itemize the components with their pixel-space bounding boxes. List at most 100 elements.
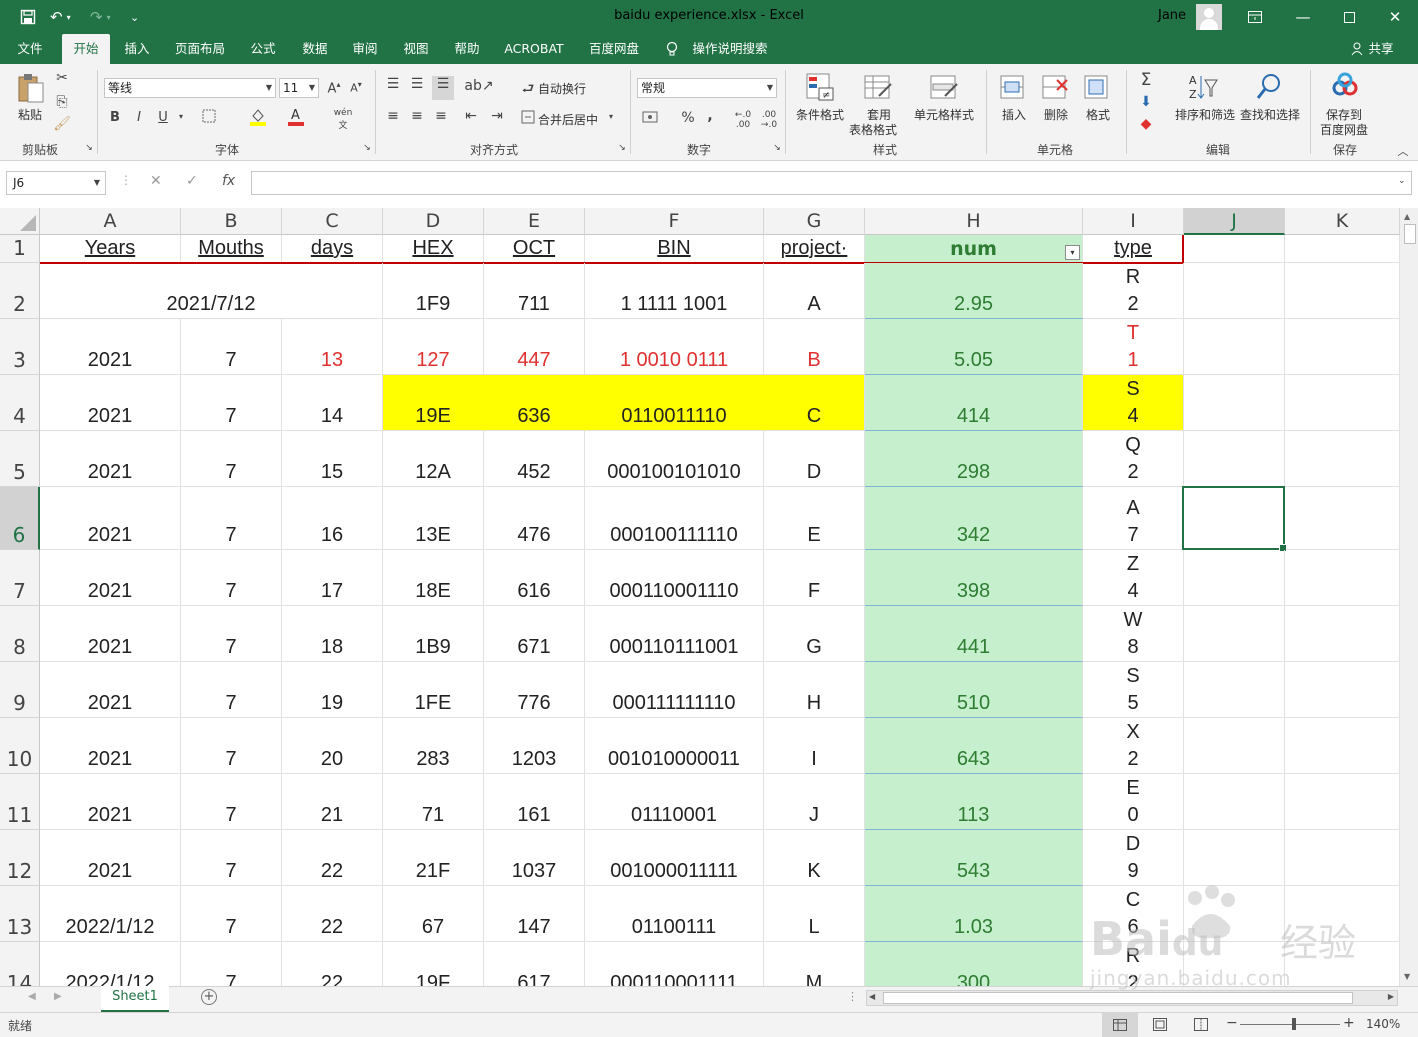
cell-i10[interactable]: X2 [1083, 718, 1184, 774]
tab-insert[interactable]: 插入 [116, 34, 158, 64]
cell-c11[interactable]: 21 [282, 774, 383, 830]
number-format-select[interactable]: 常规 ▼ [637, 78, 777, 98]
conditional-format-icon[interactable]: ≠ [804, 72, 836, 106]
tab-view[interactable]: 视图 [395, 34, 437, 64]
autosum-icon[interactable]: Σ [1136, 70, 1156, 90]
cell-f11[interactable]: 01110001 [585, 774, 764, 830]
sort-filter-icon[interactable]: AZ [1186, 72, 1220, 106]
increase-font-icon[interactable]: A▴ [326, 80, 342, 96]
cell-g7[interactable]: F [764, 550, 865, 606]
cell-a9[interactable]: 2021 [40, 662, 181, 718]
tab-home[interactable]: 开始 [62, 34, 110, 64]
cell-h1[interactable]: num [865, 235, 1083, 263]
vertical-scroll-thumb[interactable] [1404, 224, 1416, 244]
cell-k8[interactable] [1285, 606, 1400, 662]
cell-j2[interactable] [1184, 263, 1285, 319]
cell-i11[interactable]: E0 [1083, 774, 1184, 830]
cell-h2[interactable]: 2.95 [865, 263, 1083, 319]
orientation-icon[interactable]: ab↗ [464, 78, 494, 94]
cancel-formula-icon[interactable]: ✕ [150, 173, 162, 189]
cell-b7[interactable]: 7 [181, 550, 282, 606]
cell-i3[interactable]: T1 [1083, 319, 1184, 375]
tab-baidu-netdisk[interactable]: 百度网盘 [582, 34, 646, 64]
align-left-icon[interactable]: ≡ [384, 108, 402, 124]
font-name-select[interactable]: 等线 ▼ [104, 78, 276, 98]
decrease-font-icon[interactable]: A▾ [348, 80, 364, 95]
cell-a13[interactable]: 2022/1/12 [40, 886, 181, 942]
copy-icon[interactable]: ⎘ [52, 94, 72, 110]
cell-g8[interactable]: G [764, 606, 865, 662]
vertical-scrollbar[interactable]: ▲ ▼ [1400, 208, 1418, 986]
find-select-icon[interactable] [1254, 72, 1284, 106]
phonetic-icon[interactable]: wén 文 [332, 108, 354, 131]
cell-i2[interactable]: R2 [1083, 263, 1184, 319]
bold-icon[interactable]: B [108, 110, 122, 125]
cell-c4[interactable]: 14 [282, 375, 383, 431]
increase-decimal-icon[interactable]: ←.0.00 [732, 110, 754, 130]
zoom-in-icon[interactable]: + [1343, 1015, 1355, 1031]
cell-i6[interactable]: A7 [1083, 487, 1184, 550]
cell-i7[interactable]: Z4 [1083, 550, 1184, 606]
cell-a7[interactable]: 2021 [40, 550, 181, 606]
formula-input[interactable] [251, 171, 1412, 195]
cut-icon[interactable]: ✂ [52, 70, 72, 86]
find-select-button[interactable]: 查找和选择 [1240, 106, 1300, 123]
cell-f3[interactable]: 1 0010 0111 [585, 319, 764, 375]
column-header-g[interactable]: G [764, 208, 865, 235]
merge-center-icon[interactable] [520, 110, 536, 128]
tab-file[interactable]: 文件 [8, 34, 52, 64]
cell-k5[interactable] [1285, 431, 1400, 487]
zoom-level[interactable]: 140% [1366, 1017, 1400, 1031]
cell-k1[interactable] [1285, 235, 1400, 263]
zoom-slider[interactable] [1240, 1024, 1340, 1025]
user-name[interactable]: Jane [1158, 8, 1186, 23]
cell-g13[interactable]: L [764, 886, 865, 942]
cell-c10[interactable]: 20 [282, 718, 383, 774]
cell-c9[interactable]: 19 [282, 662, 383, 718]
cell-k3[interactable] [1285, 319, 1400, 375]
close-icon[interactable]: ✕ [1372, 0, 1418, 34]
font-color-icon[interactable]: A [286, 106, 306, 130]
column-header-h[interactable]: H [865, 208, 1083, 235]
insert-function-icon[interactable]: fx [222, 173, 235, 189]
share-button[interactable]: 共享 [1366, 34, 1396, 64]
cell-a5[interactable]: 2021 [40, 431, 181, 487]
page-layout-view-icon[interactable] [1153, 1018, 1167, 1034]
confirm-formula-icon[interactable]: ✓ [186, 173, 198, 189]
cell-h13[interactable]: 1.03 [865, 886, 1083, 942]
cell-h11[interactable]: 113 [865, 774, 1083, 830]
minimize-icon[interactable]: — [1280, 0, 1326, 34]
cell-d2[interactable]: 1F9 [383, 263, 484, 319]
column-header-f[interactable]: F [585, 208, 764, 235]
cell-d9[interactable]: 1FE [383, 662, 484, 718]
cell-g2[interactable]: A [764, 263, 865, 319]
italic-icon[interactable]: I [132, 110, 146, 125]
cell-i4[interactable]: S4 [1083, 375, 1184, 431]
delete-cells-button[interactable]: 删除 [1044, 106, 1068, 123]
column-header-c[interactable]: C [282, 208, 383, 235]
cell-e13[interactable]: 147 [484, 886, 585, 942]
format-painter-icon[interactable]: 🖌 [52, 116, 72, 132]
row-header-13[interactable]: 13 [0, 886, 40, 942]
row-header-5[interactable]: 5 [0, 431, 40, 487]
cell-d10[interactable]: 283 [383, 718, 484, 774]
row-header-7[interactable]: 7 [0, 550, 40, 606]
column-header-d[interactable]: D [383, 208, 484, 235]
cell-c3[interactable]: 13 [282, 319, 383, 375]
cell-i8[interactable]: W8 [1083, 606, 1184, 662]
insert-cells-icon[interactable] [998, 72, 1028, 106]
prev-sheet-icon[interactable]: ◀ [28, 991, 36, 1002]
cell-e4[interactable]: 636 [484, 375, 585, 431]
cell-h14[interactable]: 300 [865, 942, 1083, 986]
cell-d8[interactable]: 1B9 [383, 606, 484, 662]
wrap-text-button[interactable]: 自动换行 [538, 80, 586, 97]
cell-b5[interactable]: 7 [181, 431, 282, 487]
next-sheet-icon[interactable]: ▶ [54, 991, 62, 1002]
cell-a11[interactable]: 2021 [40, 774, 181, 830]
currency-icon[interactable] [640, 110, 666, 128]
wrap-text-icon[interactable]: ⮐ [520, 78, 536, 102]
cell-f6[interactable]: 000100111110 [585, 487, 764, 550]
cell-d6[interactable]: 13E [383, 487, 484, 550]
cell-j7[interactable] [1184, 550, 1285, 606]
cell-f12[interactable]: 001000011111 [585, 830, 764, 886]
